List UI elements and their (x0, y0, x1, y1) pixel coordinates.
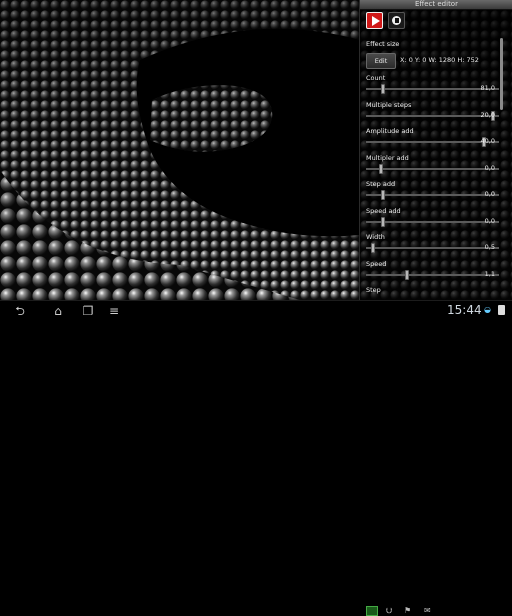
wifi-icon: ◒ (484, 305, 491, 314)
slider-track[interactable] (366, 141, 499, 143)
slider-thumb[interactable] (378, 163, 383, 174)
slider-value: 0,0 (484, 216, 495, 225)
effect-editor-panel: Effect editor Effect size Edit X: 0 Y: 0… (359, 0, 512, 300)
slider-value: 0,0 (484, 163, 495, 172)
slider[interactable] (366, 137, 499, 147)
back-icon[interactable]: ⮌ (10, 304, 30, 318)
slider-thumb[interactable] (404, 269, 409, 280)
menu-icon[interactable]: ≡ (106, 304, 122, 318)
slider-track[interactable] (366, 167, 499, 170)
mail-icon: ✉ (424, 606, 431, 615)
slider-label: Count (366, 74, 386, 82)
slider-value: 81,0 (480, 84, 495, 92)
battery-icon (498, 305, 505, 315)
recent-apps-icon[interactable]: ❐ (78, 304, 98, 318)
slider-thumb[interactable] (381, 190, 386, 200)
slider-label: Step add (366, 180, 396, 188)
slider-track[interactable] (366, 247, 499, 249)
slider-value: 1,1 (484, 269, 495, 278)
slider[interactable] (366, 84, 499, 94)
slider-value: 0,0 (484, 190, 495, 198)
slider-value: 40,0 (480, 137, 495, 145)
slider-label: Multipler add (366, 153, 409, 162)
edit-button[interactable]: Edit (366, 53, 396, 69)
home-icon[interactable]: ⌂ (48, 304, 68, 318)
slider-thumb[interactable] (381, 84, 386, 94)
slider-value: 20,0 (480, 110, 495, 119)
app-icon[interactable] (366, 606, 378, 616)
slider-label: Step (366, 286, 381, 294)
play-button[interactable] (366, 12, 383, 29)
effect-size-value: X: 0 Y: 0 W: 1280 H: 752 (400, 56, 479, 64)
slider-label: Speed (366, 259, 387, 268)
slider-value: 0,5 (484, 243, 495, 251)
slider-track[interactable] (366, 273, 499, 276)
slider[interactable] (366, 269, 499, 280)
slider-thumb[interactable] (381, 216, 386, 227)
slider-track[interactable] (366, 194, 499, 196)
slider-track[interactable] (366, 114, 499, 117)
pause-icon (392, 16, 401, 25)
slider[interactable] (366, 163, 499, 174)
slider-track[interactable] (366, 88, 499, 90)
slider[interactable] (366, 190, 499, 200)
slider-label: Width (366, 233, 385, 241)
clock: 15:44 (447, 303, 482, 317)
slider[interactable] (366, 243, 499, 253)
panel-scrollbar[interactable] (500, 38, 503, 110)
slider-label: Multiple steps (366, 100, 412, 109)
pause-button[interactable] (388, 12, 405, 29)
effect-size-label: Effect size (366, 40, 400, 48)
slider-label: Amplitude add (366, 127, 414, 135)
panel-title: Effect editor (360, 0, 512, 10)
slider[interactable] (366, 110, 499, 121)
system-navigation-bar: ⮌ ⌂ ❐ ≡ ⮋ ⚑ ✉ (0, 300, 512, 616)
android-icon: ⚑ (404, 606, 412, 615)
slider-track[interactable] (366, 220, 499, 223)
slider-thumb[interactable] (371, 243, 376, 253)
usb-icon: ⮋ (386, 606, 393, 615)
slider-label: Speed add (366, 206, 401, 215)
slider[interactable] (366, 216, 499, 227)
